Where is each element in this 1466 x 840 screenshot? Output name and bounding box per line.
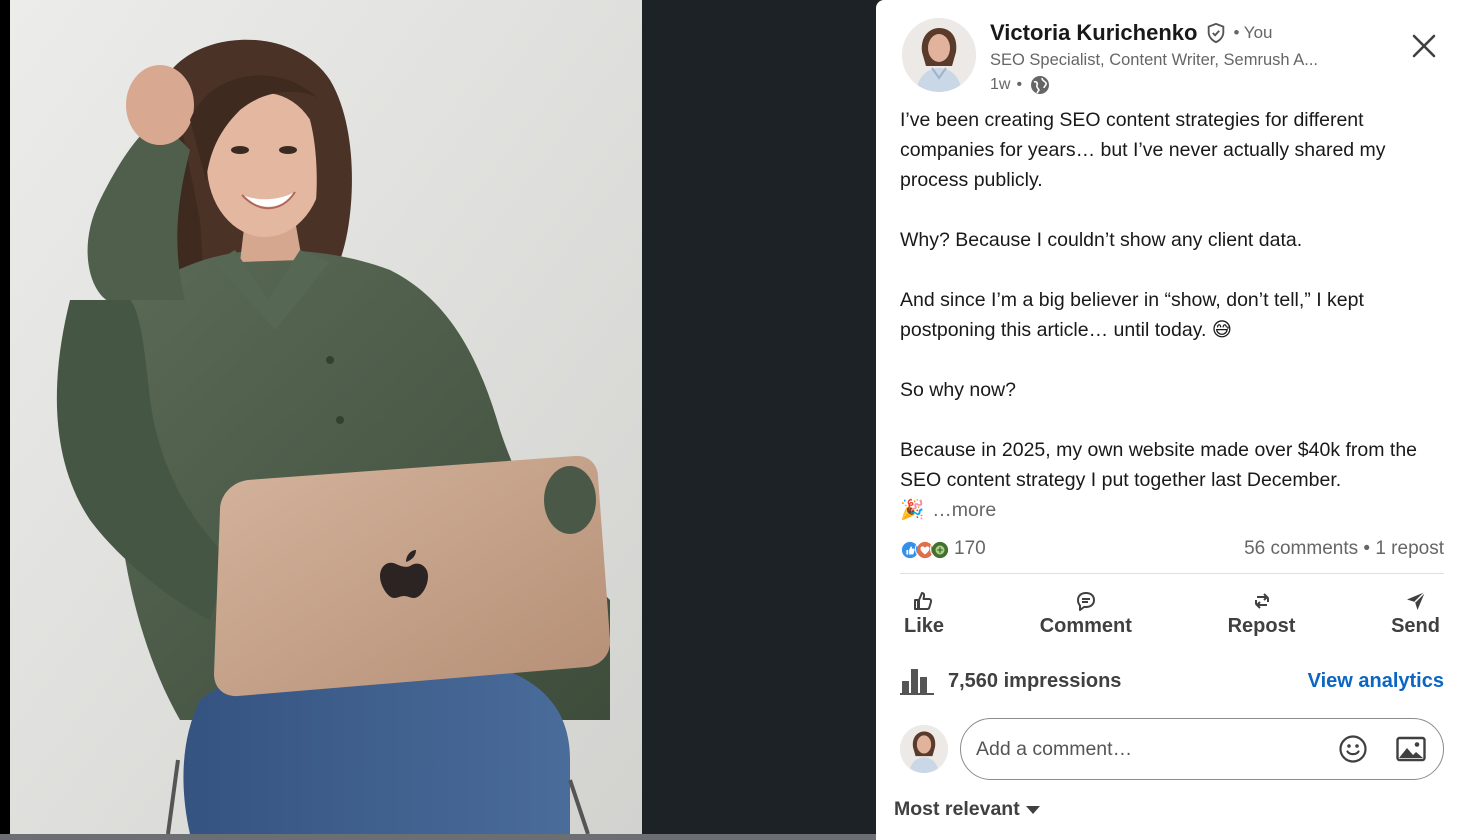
divider: [900, 573, 1444, 574]
thumbs-up-icon: [912, 589, 936, 613]
comment-composer: [900, 718, 1444, 780]
post-paragraph: I’ve been creating SEO content strategie…: [900, 109, 1386, 191]
post-paragraph: And since I’m a big believer in “show, d…: [900, 289, 1364, 341]
reaction-icons: [900, 539, 950, 559]
comment-button[interactable]: Comment: [1036, 582, 1136, 644]
post-paragraph: Why? Because I couldn’t show any client …: [900, 229, 1303, 251]
like-label: Like: [904, 614, 945, 637]
impressions[interactable]: 7,560 impressions: [900, 667, 1121, 695]
support-reaction-icon: [930, 539, 950, 559]
globe-icon: [1030, 75, 1050, 95]
sort-label: Most relevant: [894, 798, 1020, 820]
caret-down-icon: [1025, 805, 1040, 815]
post-paragraph: Because in 2025, my own website made ove…: [900, 439, 1418, 491]
like-button[interactable]: Like: [900, 582, 948, 644]
viewer-bottom-bar: [0, 834, 876, 840]
send-label: Send: [1391, 614, 1440, 637]
comment-label: Comment: [1039, 614, 1132, 637]
send-button[interactable]: Send: [1387, 582, 1444, 644]
meta-separator: •: [1016, 76, 1023, 93]
avatar-image: [900, 725, 948, 773]
close-icon: [1412, 34, 1436, 58]
comment-input[interactable]: [976, 737, 1315, 761]
comments-reposts-count[interactable]: 56 comments • 1 repost: [1244, 538, 1444, 560]
emoji-icon[interactable]: [1333, 729, 1373, 769]
post-photo[interactable]: [10, 0, 642, 834]
post-meta: 1w •: [990, 72, 1426, 98]
author-avatar[interactable]: [902, 18, 976, 92]
author-headline: SEO Specialist, Content Writer, Semrush …: [990, 51, 1318, 69]
media-viewer: [0, 0, 876, 840]
verified-shield-icon: [1205, 22, 1227, 44]
action-bar: Like Comment Repost Send: [900, 582, 1444, 644]
comment-box: [960, 718, 1444, 780]
repost-icon: [1250, 589, 1274, 613]
bar-chart-icon: [900, 667, 934, 695]
close-button[interactable]: [1408, 30, 1440, 62]
post-paragraph: So why now?: [900, 379, 1016, 401]
reactions-count[interactable]: 170: [954, 538, 986, 560]
impressions-count: 7,560 impressions: [948, 669, 1122, 692]
post-paragraph-tail: 🎉 …more: [900, 495, 1448, 525]
send-icon: [1404, 589, 1428, 613]
image-icon[interactable]: [1391, 729, 1431, 769]
post-body: I’ve been creating SEO content strategie…: [900, 105, 1448, 525]
photo-illustration: [10, 0, 642, 834]
author-name-row: Victoria Kurichenko • You: [990, 18, 1426, 48]
comment-icon: [1074, 589, 1098, 613]
see-more-link[interactable]: …more: [932, 499, 996, 521]
you-label: • You: [1233, 23, 1273, 42]
repost-label: Repost: [1227, 614, 1296, 637]
avatar-image: [902, 18, 976, 92]
author-info: Victoria Kurichenko • You SEO Specialist…: [990, 18, 1426, 98]
post-time: 1w: [990, 76, 1011, 93]
reactions-summary[interactable]: 170: [900, 538, 986, 560]
sort-dropdown[interactable]: Most relevant: [894, 798, 1040, 821]
post-panel: Victoria Kurichenko • You SEO Specialist…: [876, 0, 1466, 840]
analytics-row: 7,560 impressions View analytics: [900, 664, 1444, 698]
viewer-edge: [0, 0, 10, 840]
view-analytics-link[interactable]: View analytics: [1308, 670, 1444, 693]
party-emoji: 🎉: [900, 499, 925, 521]
current-user-avatar[interactable]: [900, 725, 948, 773]
social-counts: 170 56 comments • 1 repost: [900, 534, 1444, 564]
repost-button[interactable]: Repost: [1224, 582, 1300, 644]
author-name[interactable]: Victoria Kurichenko: [990, 20, 1197, 46]
